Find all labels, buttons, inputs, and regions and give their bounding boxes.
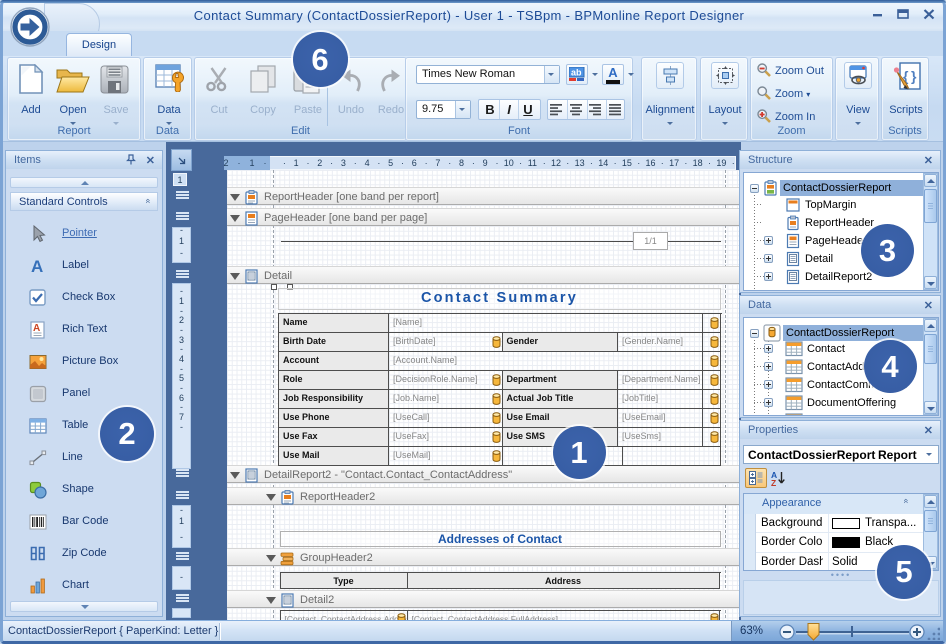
svg-text:}: }	[911, 68, 917, 84]
svg-text:Z: Z	[771, 478, 776, 487]
svg-text:A: A	[33, 323, 40, 334]
svg-text:A: A	[31, 257, 43, 275]
svg-text:ab: ab	[571, 68, 582, 78]
